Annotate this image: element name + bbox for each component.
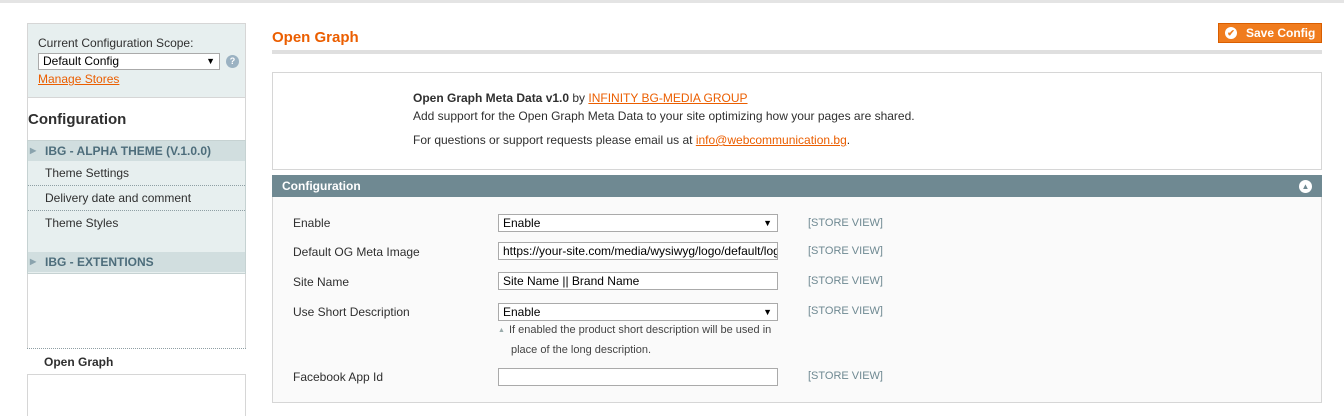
sidebar-lower	[27, 274, 246, 416]
expand-triangle-icon: ▶	[30, 257, 37, 266]
sidebar-item-label: Theme Settings	[45, 166, 130, 180]
sidebar-nav: ▶ IBG - ALPHA THEME (V.1.0.0) Theme Sett…	[27, 140, 246, 274]
extension-description: Add support for the Open Graph Meta Data…	[413, 109, 915, 123]
note-line-1: If enabled the product short description…	[508, 324, 772, 336]
scope-tag: [STORE VIEW]	[808, 245, 883, 257]
extension-credit: Open Graph Meta Data v1.0 by INFINITY BG…	[413, 91, 748, 105]
dropdown-arrow-icon: ▼	[763, 307, 772, 317]
extension-info-box: Open Graph Meta Data v1.0 by INFINITY BG…	[272, 72, 1322, 170]
support-period: .	[846, 133, 851, 147]
facebook-app-id-label: Facebook App Id	[293, 370, 384, 384]
extension-name: Open Graph Meta Data v1.0	[413, 91, 570, 105]
short-desc-label: Use Short Description	[293, 305, 410, 319]
og-image-value: https://your-site.com/media/wysiwyg/logo…	[503, 244, 777, 258]
config-title-tab: Configuration	[27, 98, 246, 140]
short-desc-note: ▲ If enabled the product short descriptio…	[498, 321, 788, 359]
support-text: For questions or support requests please…	[413, 133, 696, 147]
dropdown-arrow-icon: ▼	[763, 218, 772, 228]
scope-tag: [STORE VIEW]	[808, 275, 883, 287]
page-title: Open Graph	[272, 29, 359, 46]
save-config-button[interactable]: ✔ Save Config	[1218, 23, 1322, 43]
scope-select-value: Default Config	[43, 54, 120, 68]
sidebar-item-theme-styles[interactable]: Theme Styles	[28, 211, 245, 236]
sidebar-item-label: Theme Styles	[45, 216, 119, 230]
scope-select[interactable]: Default Config ▼	[38, 53, 220, 70]
short-desc-value: Enable	[503, 305, 541, 319]
sidebar-item-delivery-date[interactable]: Delivery date and comment	[28, 186, 245, 211]
manage-stores-link[interactable]: Manage Stores	[38, 72, 119, 86]
note-triangle-icon: ▲	[498, 327, 505, 334]
site-name-value: Site Name || Brand Name	[503, 274, 640, 288]
expand-triangle-icon: ▶	[30, 146, 37, 155]
company-link[interactable]: INFINITY BG-MEDIA GROUP	[588, 91, 747, 105]
section-title: Configuration	[282, 179, 361, 193]
sidebar-item-theme-settings[interactable]: Theme Settings	[28, 161, 245, 186]
scope-switcher: Current Configuration Scope: Default Con…	[27, 23, 246, 98]
scope-tag: [STORE VIEW]	[808, 370, 883, 382]
sidebar-item-label: Delivery date and comment	[45, 191, 192, 205]
enable-select[interactable]: Enable ▼	[498, 214, 778, 232]
site-name-input[interactable]: Site Name || Brand Name	[498, 272, 778, 290]
section-body	[272, 197, 1322, 403]
sidebar-item-open-graph[interactable]: Open Graph	[27, 348, 246, 375]
note-line-2: place of the long description.	[511, 344, 652, 356]
support-email-link[interactable]: info@webcommunication.bg	[696, 133, 847, 147]
scope-label: Current Configuration Scope:	[38, 36, 194, 50]
enable-label: Enable	[293, 216, 331, 230]
facebook-app-id-input[interactable]	[498, 368, 778, 386]
sidebar-group-label: IBG - ALPHA THEME (V.1.0.0)	[45, 144, 212, 158]
sidebar-group-label: IBG - EXTENTIONS	[45, 255, 154, 269]
sidebar-group-alpha-theme[interactable]: ▶ IBG - ALPHA THEME (V.1.0.0)	[28, 141, 245, 161]
short-desc-select[interactable]: Enable ▼	[498, 303, 778, 321]
title-divider	[272, 50, 1322, 54]
sidebar-item-label: Open Graph	[44, 355, 114, 369]
support-line: For questions or support requests please…	[413, 133, 850, 147]
collapse-icon[interactable]: ▲	[1299, 180, 1312, 193]
dropdown-arrow-icon: ▼	[206, 56, 215, 66]
save-config-label: Save Config	[1246, 26, 1316, 40]
og-image-label: Default OG Meta Image	[293, 245, 420, 259]
section-header[interactable]: Configuration ▲	[272, 175, 1322, 197]
check-icon: ✔	[1225, 27, 1237, 39]
sidebar-title: Configuration	[28, 111, 127, 128]
scope-tag: [STORE VIEW]	[808, 305, 883, 317]
enable-select-value: Enable	[503, 216, 541, 230]
sidebar-group-extentions[interactable]: ▶ IBG - EXTENTIONS	[28, 252, 245, 272]
og-image-input[interactable]: https://your-site.com/media/wysiwyg/logo…	[498, 242, 778, 260]
help-icon[interactable]: ?	[226, 55, 239, 68]
by-text: by	[569, 91, 589, 105]
scope-tag: [STORE VIEW]	[808, 217, 883, 229]
top-border	[0, 0, 1344, 3]
site-name-label: Site Name	[293, 275, 350, 289]
